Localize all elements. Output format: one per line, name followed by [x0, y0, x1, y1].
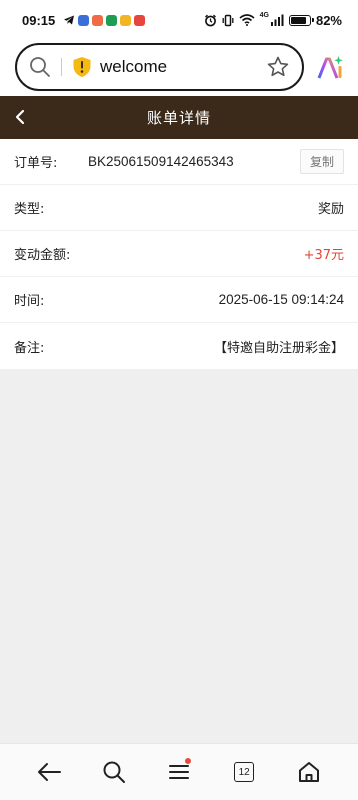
- status-time: 09:15: [22, 12, 56, 28]
- nav-home-button[interactable]: [287, 750, 331, 794]
- note-row: 备注: 【特邀自助注册彩金】: [0, 323, 358, 369]
- vibrate-icon: [222, 14, 234, 26]
- app-notification-icon: [120, 14, 132, 26]
- battery-level: [290, 16, 306, 24]
- app-notification-icon: [92, 14, 104, 26]
- back-button[interactable]: [8, 105, 32, 129]
- address-bar[interactable]: welcome: [15, 43, 304, 91]
- amount-label: 变动金额:: [14, 248, 71, 263]
- wifi-icon: [239, 14, 255, 26]
- page-title: 账单详情: [146, 109, 211, 127]
- search-icon: [103, 761, 125, 783]
- security-shield-icon[interactable]: [72, 56, 92, 78]
- search-icon: [30, 57, 50, 77]
- notification-dot: [184, 758, 191, 764]
- nav-menu-button[interactable]: [157, 750, 201, 794]
- chevron-left-icon: [15, 109, 25, 125]
- app-notification-icon: [134, 14, 146, 26]
- order-number-label: 订单号:: [14, 156, 58, 171]
- signal-icon: [270, 14, 284, 26]
- bill-detail-list: 订单号: BK25061509142465343 复制 类型: 奖励 变动金额:…: [0, 139, 358, 369]
- ai-assistant-button[interactable]: [316, 54, 344, 82]
- time-value: 2025-06-15 09:14:24: [218, 292, 344, 307]
- bookmark-star-icon[interactable]: [266, 55, 290, 79]
- ai-sparkle-icon: [317, 56, 343, 79]
- nav-tabs-button[interactable]: 12: [222, 750, 266, 794]
- battery-icon: [288, 14, 314, 26]
- nav-back-button[interactable]: [27, 750, 71, 794]
- time-label: 时间:: [14, 294, 45, 309]
- status-right: 4G 82%: [204, 11, 342, 28]
- bottom-navigation: 12: [0, 743, 358, 800]
- nav-search-button[interactable]: [92, 750, 136, 794]
- order-number-value: BK25061509142465343: [88, 154, 234, 169]
- note-value: 【特邀自助注册彩金】: [213, 340, 344, 356]
- url-text[interactable]: welcome: [100, 57, 266, 77]
- note-label: 备注:: [14, 340, 45, 356]
- type-row: 类型: 奖励: [0, 185, 358, 231]
- browser-toolbar: welcome: [0, 40, 358, 96]
- order-number-row: 订单号: BK25061509142465343 复制: [0, 139, 358, 185]
- status-bar: 09:15 4G 82%: [0, 0, 358, 40]
- notification-icons: [63, 14, 146, 26]
- type-value: 奖励: [317, 202, 344, 217]
- home-icon: [299, 762, 320, 782]
- time-row: 时间: 2025-06-15 09:14:24: [0, 277, 358, 323]
- app-notification-icon: [106, 14, 118, 26]
- tab-count: 12: [234, 762, 255, 782]
- amount-value: +37元: [303, 248, 344, 263]
- menu-icon: [168, 765, 189, 779]
- battery-percent: 82%: [315, 12, 342, 28]
- copy-button[interactable]: 复制: [299, 149, 344, 174]
- arrow-left-icon: [37, 763, 61, 781]
- network-type: 4G: [259, 11, 269, 19]
- divider: [61, 58, 62, 76]
- telegram-icon: [64, 15, 75, 25]
- page-header: 账单详情: [0, 96, 358, 139]
- alarm-icon: [204, 14, 216, 26]
- amount-row: 变动金额: +37元: [0, 231, 358, 277]
- type-label: 类型:: [14, 202, 45, 217]
- app-notification-icon: [78, 14, 90, 26]
